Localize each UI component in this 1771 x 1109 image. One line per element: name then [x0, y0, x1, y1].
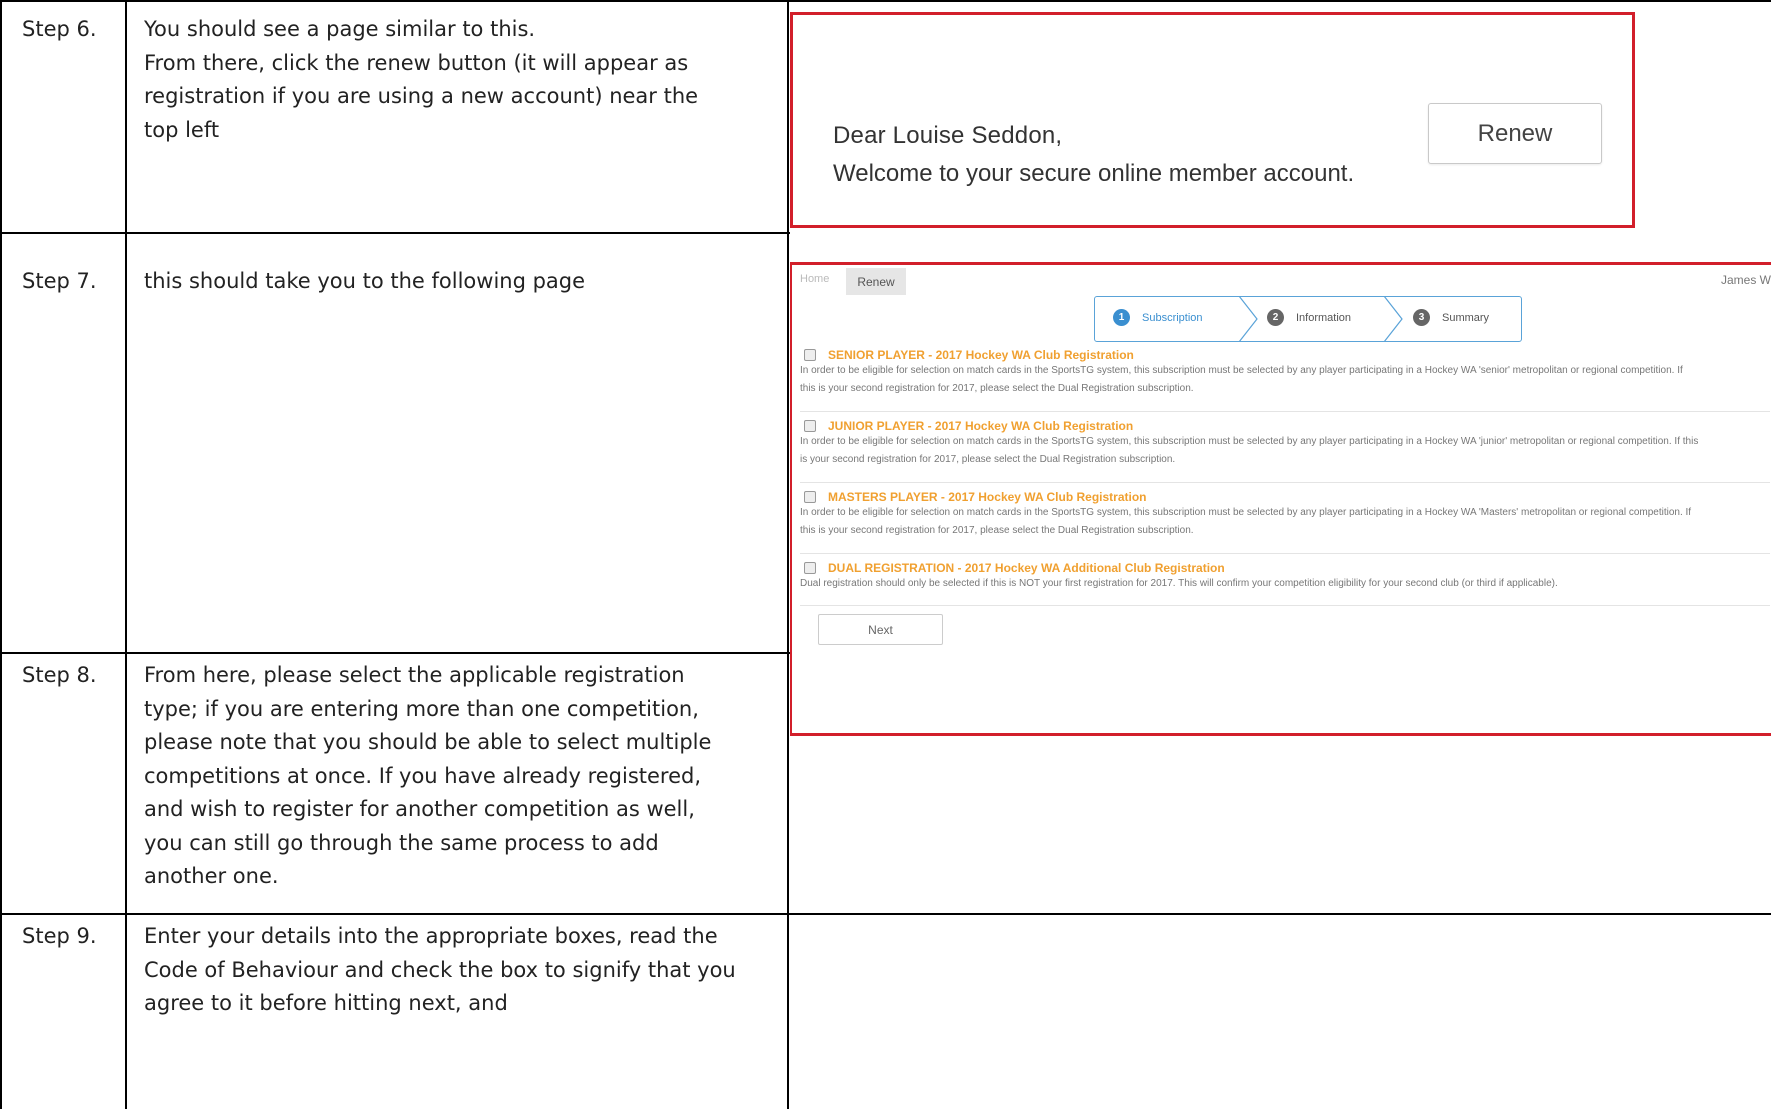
- step-instructions: You should see a page similar to this. F…: [144, 13, 734, 147]
- table-border-left: [0, 0, 2, 1109]
- instruction-line: Enter your details into the appropriate …: [144, 924, 718, 948]
- subscription-option: DUAL REGISTRATION - 2017 Hockey WA Addit…: [800, 561, 1764, 593]
- step-number-badge: 1: [1113, 309, 1130, 326]
- step-label: Step 8.: [22, 663, 97, 687]
- instruction-line: From here, please select the applicable …: [144, 663, 685, 687]
- next-button[interactable]: Next: [818, 614, 943, 645]
- registration-stepper: 1 Subscription 2 Information 3 Summary: [1094, 296, 1522, 342]
- step-label: Step 7.: [22, 269, 97, 293]
- step-number-badge: 3: [1413, 309, 1430, 326]
- step-label: Step 9.: [22, 924, 97, 948]
- table-row-divider: [0, 913, 1771, 915]
- stepper-label: Subscription: [1142, 311, 1203, 324]
- divider: [800, 411, 1770, 412]
- instruction-line: registration if you are using a new acco…: [144, 84, 699, 108]
- chevron-right-icon: [1238, 296, 1258, 342]
- instruction-line: you can still go through the same proces…: [144, 830, 659, 855]
- greeting-text: Dear Louise Seddon,: [833, 122, 1063, 149]
- instruction-line: type; if you are entering more than one …: [144, 696, 699, 721]
- instruction-line: agree to it before hitting next, and: [144, 991, 508, 1015]
- instruction-line: Code of Behaviour and check the box to s…: [144, 957, 736, 982]
- subscription-checkbox[interactable]: [804, 562, 816, 574]
- subscription-option: JUNIOR PLAYER - 2017 Hockey WA Club Regi…: [800, 419, 1764, 469]
- account-screenshot: Dear Louise Seddon, Welcome to your secu…: [790, 12, 1635, 228]
- subscription-description: is your second registration for 2017, pl…: [800, 454, 1176, 465]
- chevron-right-icon: [1383, 296, 1403, 342]
- instruction-line: this should take you to the following pa…: [144, 269, 586, 293]
- step-instructions: From here, please select the applicable …: [144, 659, 734, 894]
- step-number-badge: 2: [1267, 309, 1284, 326]
- subscription-description: this is your second registration for 201…: [800, 383, 1194, 394]
- table-row-divider: [0, 232, 790, 234]
- divider: [800, 482, 1770, 483]
- stepper-step-summary[interactable]: 3 Summary: [1413, 309, 1489, 326]
- instruction-line: competitions at once. If you have alread…: [144, 763, 702, 788]
- divider: [800, 553, 1770, 554]
- table-column-divider: [787, 0, 789, 1109]
- subscription-option: MASTERS PLAYER - 2017 Hockey WA Club Reg…: [800, 490, 1764, 540]
- table-border-top: [0, 0, 1771, 2]
- welcome-text: Welcome to your secure online member acc…: [833, 160, 1355, 187]
- stepper-label: Information: [1296, 311, 1352, 324]
- nav-home-link[interactable]: Home: [800, 273, 829, 285]
- step-instructions: this should take you to the following pa…: [144, 265, 734, 299]
- divider: [800, 605, 1770, 606]
- instruction-line: please note that you should be able to s…: [144, 730, 712, 754]
- subscription-description: In order to be eligible for selection on…: [800, 365, 1683, 376]
- stepper-step-information[interactable]: 2 Information: [1267, 309, 1351, 326]
- subscription-checkbox[interactable]: [804, 349, 816, 361]
- subscription-title: SENIOR PLAYER - 2017 Hockey WA Club Regi…: [828, 348, 1134, 362]
- subscription-checkbox[interactable]: [804, 491, 816, 503]
- subscription-description: this is your second registration for 201…: [800, 525, 1194, 536]
- subscription-description: In order to be eligible for selection on…: [800, 436, 1699, 447]
- instruction-line: and wish to register for another competi…: [144, 797, 695, 821]
- user-name[interactable]: James W: [1721, 273, 1771, 287]
- instruction-line: another one.: [144, 864, 279, 888]
- stepper-label: Summary: [1442, 311, 1490, 324]
- registration-screenshot: Home Renew James W 1 Subscription 2 Info…: [790, 262, 1771, 736]
- step-label: Step 6.: [22, 17, 97, 41]
- subscription-title: MASTERS PLAYER - 2017 Hockey WA Club Reg…: [828, 490, 1147, 504]
- subscription-checkbox[interactable]: [804, 420, 816, 432]
- instruction-line: You should see a page similar to this.: [144, 17, 536, 41]
- stepper-step-subscription[interactable]: 1 Subscription: [1113, 309, 1203, 326]
- instruction-line: top left: [144, 117, 220, 142]
- nav-renew-tab[interactable]: Renew: [846, 268, 906, 295]
- renew-button[interactable]: Renew: [1428, 103, 1602, 164]
- subscription-title: JUNIOR PLAYER - 2017 Hockey WA Club Regi…: [828, 419, 1134, 433]
- subscription-title: DUAL REGISTRATION - 2017 Hockey WA Addit…: [828, 561, 1225, 575]
- step-instructions: Enter your details into the appropriate …: [144, 920, 736, 1021]
- instruction-line: From there, click the renew button (it w…: [144, 50, 689, 75]
- table-column-divider: [125, 0, 127, 1109]
- subscription-option: SENIOR PLAYER - 2017 Hockey WA Club Regi…: [800, 348, 1764, 398]
- subscription-description: Dual registration should only be selecte…: [800, 578, 1558, 589]
- subscription-description: In order to be eligible for selection on…: [800, 507, 1692, 518]
